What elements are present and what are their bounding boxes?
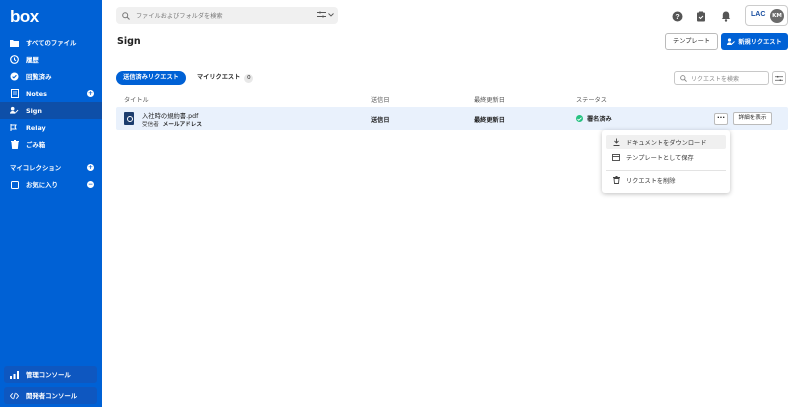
menu-item-label: ドキュメントをダウンロード bbox=[626, 139, 707, 147]
favorites-icon bbox=[10, 180, 19, 189]
search-placeholder: ファイルおよびフォルダを検索 bbox=[136, 13, 223, 20]
sidebar-item-trash[interactable]: ごみ箱 bbox=[0, 136, 102, 153]
relay-icon bbox=[10, 123, 19, 132]
admin-console-button[interactable]: 管理コンソール bbox=[4, 366, 97, 383]
dev-console-button[interactable]: 開発者コンソール bbox=[4, 387, 97, 404]
sign-icon bbox=[727, 37, 736, 46]
sidebar-item-favorites[interactable]: お気に入り − bbox=[0, 176, 102, 193]
sidebar-item-sign[interactable]: Sign bbox=[0, 102, 102, 119]
add-collection-icon[interactable]: + bbox=[87, 164, 94, 171]
status-badge: 署名済み bbox=[576, 114, 612, 123]
sidebar-item-label: すべてのファイル bbox=[26, 39, 77, 47]
column-header-sent-date[interactable]: 送信日 bbox=[371, 95, 390, 104]
help-icon[interactable]: ? bbox=[671, 10, 683, 22]
search-icon bbox=[122, 11, 130, 20]
sidebar-item-label: ごみ箱 bbox=[26, 141, 46, 149]
sent-date-cell: 送信日 bbox=[371, 117, 390, 124]
sidebar-item-label: 履歴 bbox=[26, 56, 39, 64]
sign-document-icon bbox=[124, 112, 134, 125]
recipient-value: メールアドレス bbox=[162, 122, 202, 128]
search-icon bbox=[680, 74, 687, 82]
search-options-icon[interactable] bbox=[317, 11, 334, 18]
notes-icon bbox=[10, 89, 19, 98]
sidebar-item-notes[interactable]: Notes + bbox=[0, 85, 102, 102]
sidebar-item-reviewed[interactable]: 回覧済み bbox=[0, 68, 102, 85]
check-icon bbox=[576, 115, 583, 122]
new-request-button[interactable]: 新規リクエスト bbox=[721, 33, 788, 50]
box-logo[interactable]: box bbox=[10, 7, 39, 27]
dev-console-label: 開発者コンソール bbox=[26, 392, 78, 400]
trash-icon bbox=[10, 140, 19, 149]
tab-my-requests[interactable]: マイリクエスト 0 bbox=[197, 71, 254, 85]
row-actions-menu: ドキュメントをダウンロード テンプレートとして保存 リクエストを削除 bbox=[602, 130, 730, 193]
admin-console-label: 管理コンソール bbox=[26, 371, 71, 379]
column-header-status[interactable]: ステータス bbox=[576, 95, 607, 104]
filter-icon bbox=[775, 75, 783, 81]
code-icon bbox=[10, 391, 19, 400]
tab-my-requests-label: マイリクエスト bbox=[197, 74, 241, 81]
clipboard-icon[interactable] bbox=[695, 10, 707, 22]
bar-chart-icon bbox=[10, 370, 19, 379]
add-note-icon[interactable]: + bbox=[87, 90, 94, 97]
file-name[interactable]: 入社時の規約書.pdf bbox=[142, 111, 198, 120]
menu-divider bbox=[606, 170, 726, 171]
svg-text:?: ? bbox=[675, 14, 679, 21]
download-icon bbox=[612, 138, 620, 146]
bell-icon[interactable] bbox=[720, 10, 732, 22]
template-icon bbox=[612, 153, 620, 161]
sidebar-item-my-collections[interactable]: マイコレクション + bbox=[0, 159, 102, 176]
check-circle-icon bbox=[10, 72, 19, 81]
page-title: Sign bbox=[117, 36, 141, 47]
search-input[interactable]: ファイルおよびフォルダを検索 bbox=[116, 7, 338, 24]
lac-logo: LAC bbox=[751, 11, 766, 18]
sidebar-item-recents[interactable]: 履歴 bbox=[0, 51, 102, 68]
menu-item-label: リクエストを削除 bbox=[626, 177, 676, 185]
sidebar-item-label: Sign bbox=[26, 106, 42, 115]
request-search-input[interactable]: リクエストを検索 bbox=[674, 71, 769, 85]
menu-item-download[interactable]: ドキュメントをダウンロード bbox=[606, 135, 726, 149]
collapse-favorites-icon[interactable]: − bbox=[87, 181, 94, 188]
count-badge: 0 bbox=[244, 73, 254, 83]
request-search-placeholder: リクエストを検索 bbox=[691, 75, 740, 83]
table-row[interactable]: 入社時の規約書.pdf 受信者 メールアドレス 送信日 最終更新日 署名済み ··… bbox=[116, 107, 788, 130]
menu-item-save-template[interactable]: テンプレートとして保存 bbox=[606, 150, 726, 164]
recipient-info: 受信者 メールアドレス bbox=[142, 120, 202, 128]
view-details-button[interactable]: 詳細を表示 bbox=[733, 112, 772, 125]
trash-icon bbox=[612, 176, 620, 184]
sidebar: box すべてのファイル 履歴 回覧済み Notes + Sign Relay … bbox=[0, 0, 102, 407]
template-button[interactable]: テンプレート bbox=[665, 33, 718, 50]
status-label: 署名済み bbox=[587, 116, 612, 123]
sidebar-item-label: マイコレクション bbox=[10, 164, 62, 172]
tab-sent-requests[interactable]: 送信済みリクエスト bbox=[116, 71, 186, 85]
sidebar-nav: すべてのファイル 履歴 回覧済み Notes + Sign Relay ごみ箱 … bbox=[0, 34, 102, 193]
avatar: KM bbox=[770, 9, 784, 23]
sidebar-item-label: 回覧済み bbox=[26, 73, 52, 81]
sidebar-item-label: お気に入り bbox=[26, 181, 58, 189]
more-options-button[interactable]: ··· bbox=[714, 113, 728, 125]
menu-item-label: テンプレートとして保存 bbox=[626, 154, 694, 162]
sidebar-item-label: Notes bbox=[26, 89, 47, 98]
menu-item-delete[interactable]: リクエストを削除 bbox=[606, 173, 726, 187]
sidebar-item-all-files[interactable]: すべてのファイル bbox=[0, 34, 102, 51]
new-request-label: 新規リクエスト bbox=[738, 39, 782, 46]
recipient-label: 受信者 bbox=[142, 122, 159, 128]
sign-icon bbox=[10, 106, 19, 115]
account-switcher[interactable]: LAC KM bbox=[745, 5, 788, 26]
last-updated-cell: 最終更新日 bbox=[474, 117, 505, 124]
sidebar-item-label: Relay bbox=[26, 123, 46, 132]
sidebar-item-relay[interactable]: Relay bbox=[0, 119, 102, 136]
column-header-last-updated[interactable]: 最終更新日 bbox=[474, 95, 505, 104]
clock-icon bbox=[10, 55, 19, 64]
column-header-title[interactable]: タイトル bbox=[124, 95, 149, 104]
filter-button[interactable] bbox=[772, 71, 786, 85]
folder-icon bbox=[10, 38, 19, 47]
